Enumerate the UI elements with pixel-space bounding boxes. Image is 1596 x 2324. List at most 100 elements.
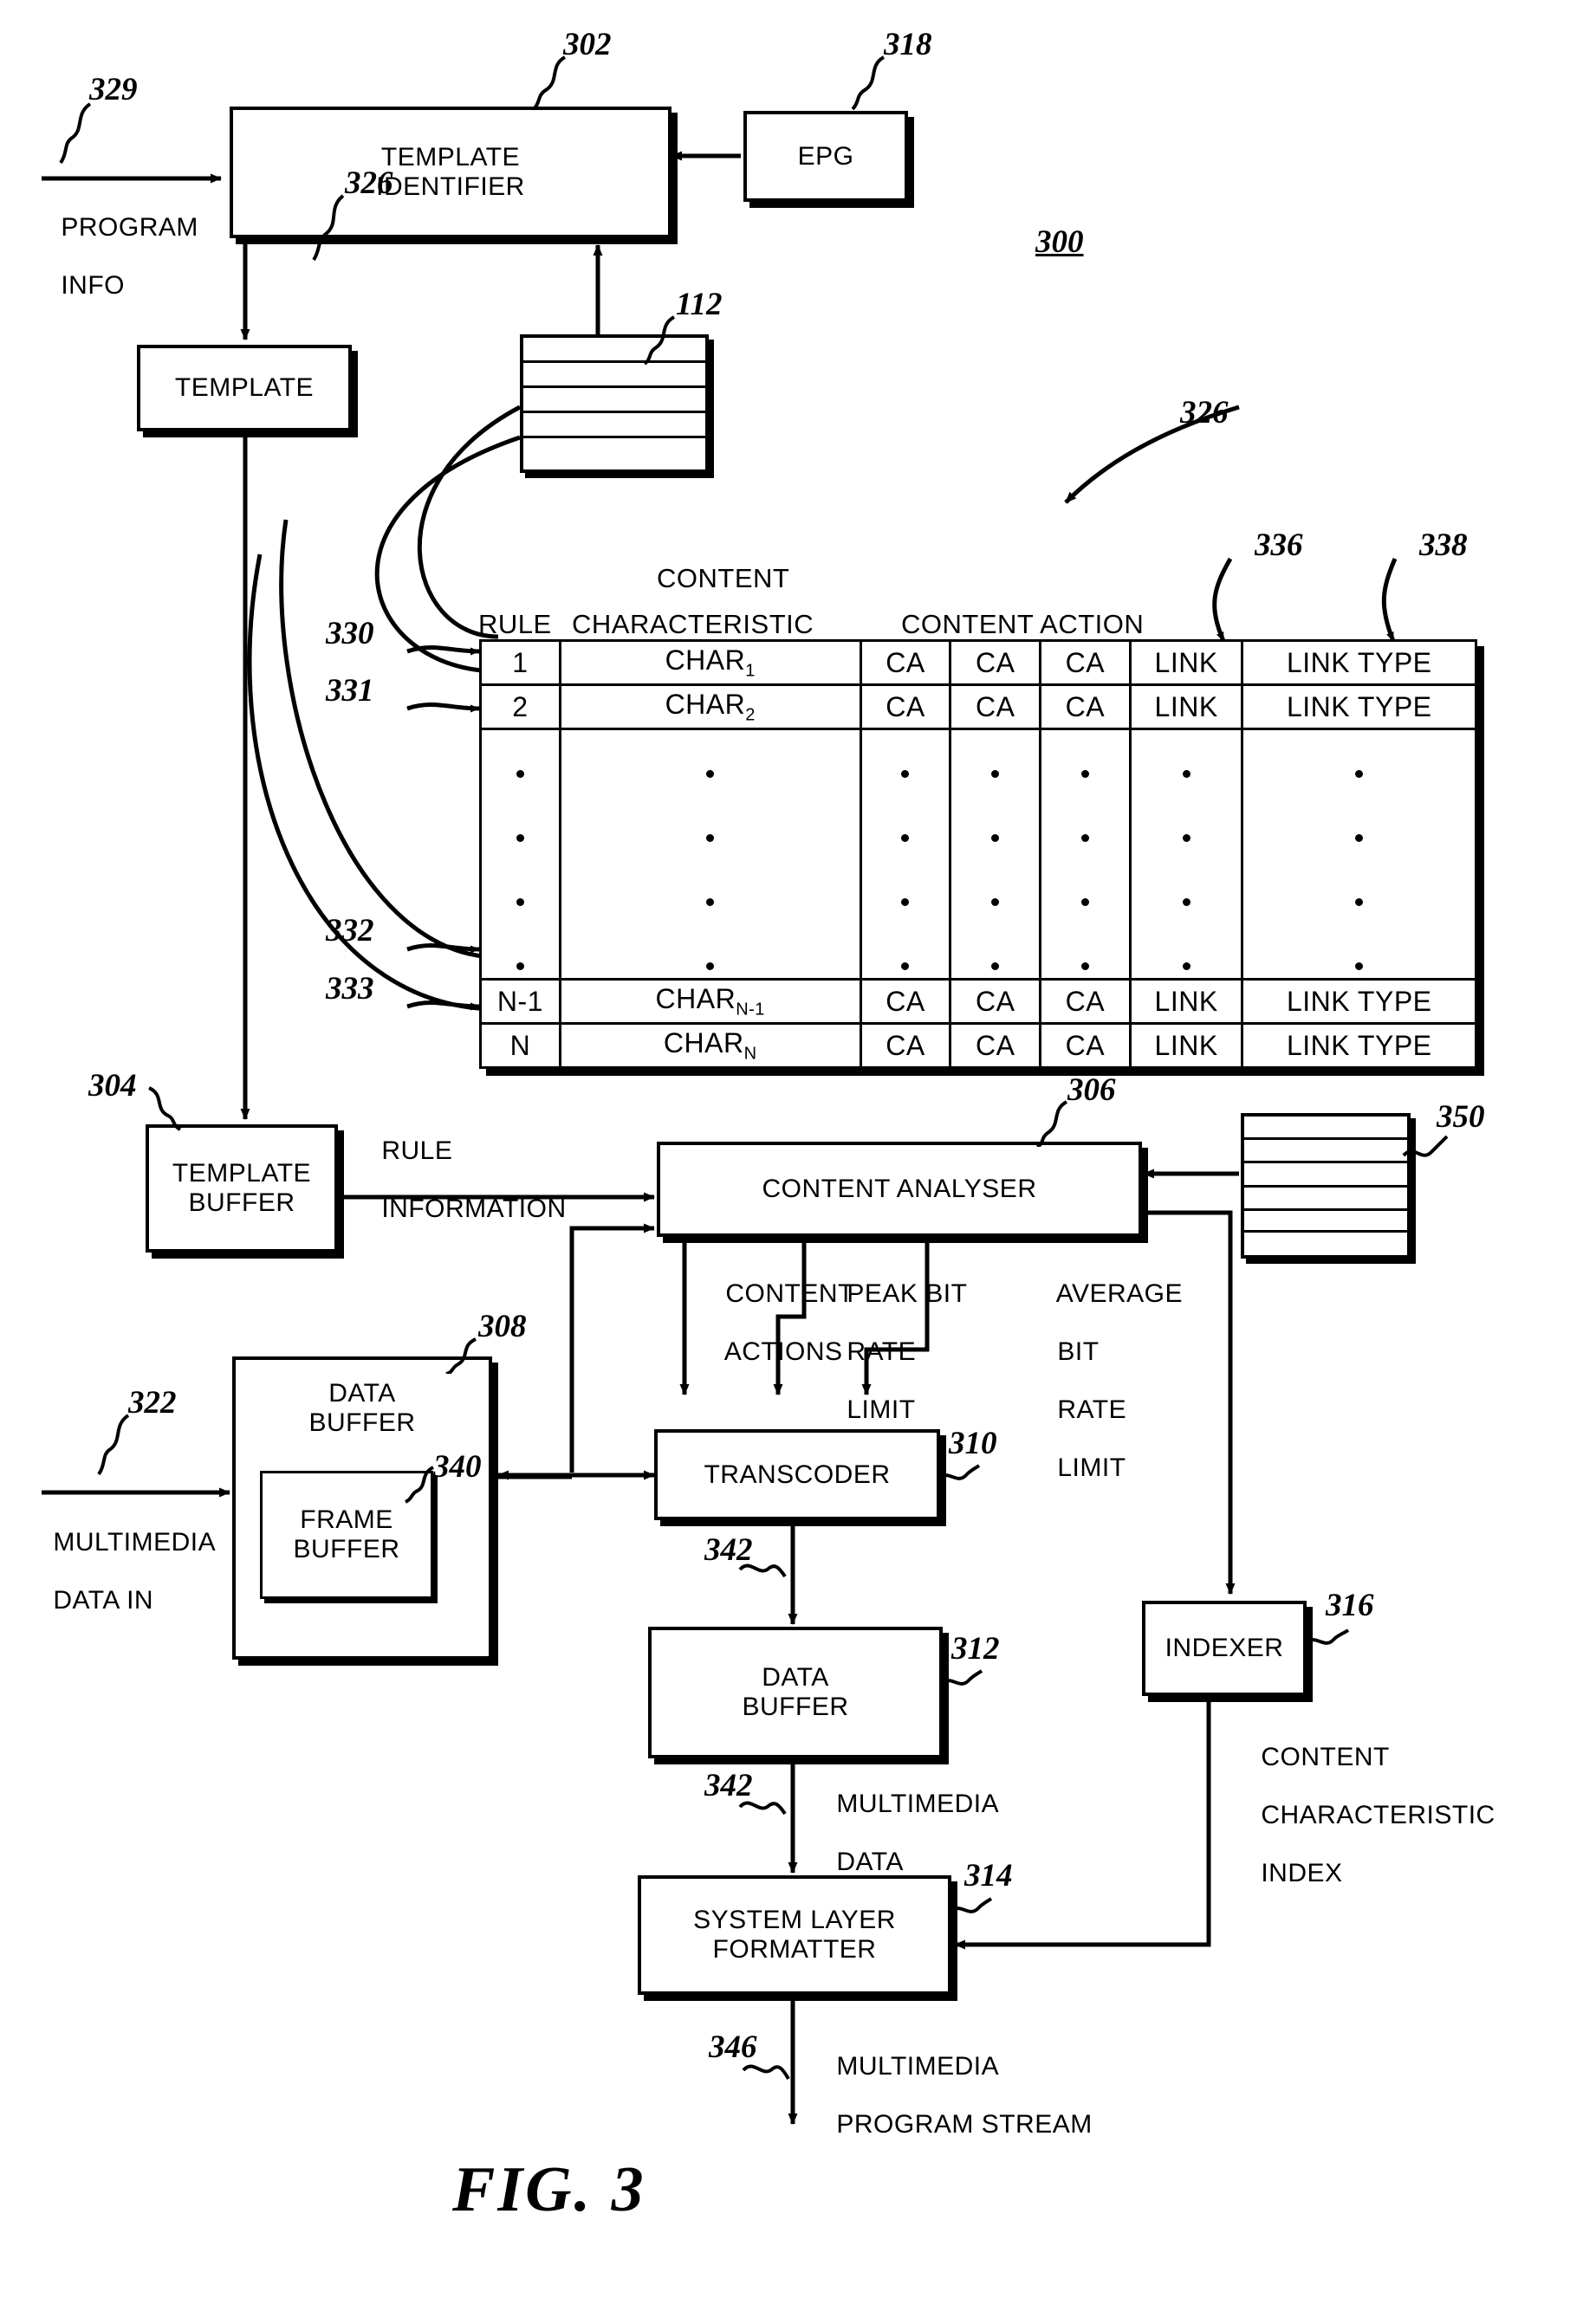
cell-link-type: LINK TYPE xyxy=(1241,639,1477,686)
leader-326-template xyxy=(312,194,345,262)
block-template-identifier-line1: TEMPLATE xyxy=(380,143,521,172)
cell-rule: N-1 xyxy=(479,978,561,1025)
cell-link-type: LINK TYPE xyxy=(1241,683,1477,730)
ellipsis-ca-2 xyxy=(949,728,1042,981)
signal-peak-bit-rate-limit-line2: RATE xyxy=(847,1337,917,1366)
signal-average-bit-rate-limit-line2: BIT xyxy=(1057,1337,1100,1366)
block-system-layer-formatter-line1: SYSTEM LAYER xyxy=(693,1906,896,1935)
rule-table[interactable]: 1 CHAR1 CA CA CA LINK LINK TYPE 2 CHAR2 … xyxy=(479,639,1477,1069)
leader-304 xyxy=(148,1086,182,1131)
signal-average-bit-rate-limit: AVERAGE BIT RATE LIMIT xyxy=(1027,1250,1183,1512)
table-row[interactable]: 2 CHAR2 CA CA CA LINK LINK TYPE xyxy=(479,683,1477,730)
leader-318 xyxy=(851,55,886,111)
cell-content-action-3: CA xyxy=(1039,683,1132,730)
block-frame-buffer-line1: FRAME xyxy=(300,1505,393,1535)
table-ellipsis-row xyxy=(479,728,1477,981)
block-epg[interactable]: EPG xyxy=(743,111,908,202)
leader-314 xyxy=(950,1897,993,1914)
block-transcoder-label: TRANSCODER xyxy=(704,1460,891,1489)
ref-332: 332 xyxy=(326,913,374,948)
block-indexer[interactable]: INDEXER xyxy=(1142,1601,1307,1696)
cell-link-type: LINK TYPE xyxy=(1241,1022,1477,1069)
block-data-buffer-output[interactable]: DATA BUFFER xyxy=(648,1627,943,1758)
cell-characteristic: CHAR2 xyxy=(558,683,862,730)
figure-caption: FIG. 3 xyxy=(452,2154,646,2225)
signal-rule-information-line1: RULE xyxy=(381,1136,453,1165)
cell-link: LINK xyxy=(1128,1022,1244,1069)
block-transcoder[interactable]: TRANSCODER xyxy=(654,1429,940,1520)
ref-333: 333 xyxy=(326,971,374,1007)
block-frame-buffer-line2: BUFFER xyxy=(293,1535,400,1563)
ellipsis-ca-1 xyxy=(859,728,952,981)
signal-program-info-line1: PROGRAM xyxy=(61,212,198,242)
block-indexer-label: INDEXER xyxy=(1165,1634,1284,1663)
cell-content-action-1: CA xyxy=(859,1022,952,1069)
leader-316 xyxy=(1305,1628,1350,1646)
cell-content-action-3: CA xyxy=(1039,639,1132,686)
cell-rule: 2 xyxy=(479,683,561,730)
block-template[interactable]: TEMPLATE xyxy=(137,345,352,431)
block-template-buffer-line1: TEMPLATE xyxy=(172,1159,312,1188)
cell-link: LINK xyxy=(1128,639,1244,686)
block-template-identifier-line2: IDENTIFIER xyxy=(376,172,525,201)
block-system-layer-formatter[interactable]: SYSTEM LAYER FORMATTER xyxy=(638,1875,951,1995)
ref-338: 338 xyxy=(1419,528,1468,563)
leader-350 xyxy=(1402,1135,1449,1157)
ellipsis-rule xyxy=(479,728,561,981)
block-data-buffer-output-line2: BUFFER xyxy=(742,1693,849,1721)
block-content-analyser[interactable]: CONTENT ANALYSER xyxy=(657,1142,1142,1237)
table-row[interactable]: N-1 CHARN-1 CA CA CA LINK LINK TYPE xyxy=(479,978,1477,1025)
cell-content-action-1: CA xyxy=(859,683,952,730)
cell-content-action-2: CA xyxy=(949,1022,1042,1069)
signal-program-info-line2: INFO xyxy=(61,270,126,300)
table-header-content: CONTENT xyxy=(657,563,790,593)
leader-112 xyxy=(643,315,676,366)
block-template-label: TEMPLATE xyxy=(174,373,315,403)
block-data-buffer-output-line1: DATA xyxy=(762,1663,829,1693)
cell-link-type: LINK TYPE xyxy=(1241,978,1477,1025)
ref-314: 314 xyxy=(964,1858,1013,1894)
database-350[interactable] xyxy=(1241,1113,1411,1259)
ref-350: 350 xyxy=(1437,1099,1485,1135)
block-template-buffer[interactable]: TEMPLATE BUFFER xyxy=(146,1124,338,1253)
leader-302 xyxy=(532,55,567,111)
signal-rule-information-line2: INFORMATION xyxy=(381,1194,567,1223)
block-data-buffer-input-line2: BUFFER xyxy=(308,1408,416,1437)
signal-multimedia-program-stream-line1: MULTIMEDIA xyxy=(836,2051,1000,2081)
ref-312: 312 xyxy=(951,1631,1000,1667)
rule-table-body: 1 CHAR1 CA CA CA LINK LINK TYPE 2 CHAR2 … xyxy=(479,639,1477,1069)
signal-multimedia-data-in-line1: MULTIMEDIA xyxy=(53,1527,217,1557)
ellipsis-link-type xyxy=(1241,728,1477,981)
block-template-identifier[interactable]: TEMPLATE IDENTIFIER xyxy=(230,107,671,238)
leader-346 xyxy=(742,2064,790,2080)
signal-rule-information: RULE INFORMATION xyxy=(351,1107,567,1253)
signal-multimedia-data-line2: DATA xyxy=(836,1847,904,1876)
block-template-buffer-line2: BUFFER xyxy=(188,1188,295,1217)
block-content-analyser-label: CONTENT ANALYSER xyxy=(762,1175,1037,1204)
table-row[interactable]: 1 CHAR1 CA CA CA LINK LINK TYPE xyxy=(479,639,1477,686)
signal-content-characteristic-index-line1: CONTENT xyxy=(1261,1742,1390,1771)
cell-rule: N xyxy=(479,1022,561,1069)
signal-average-bit-rate-limit-line1: AVERAGE xyxy=(1055,1279,1184,1308)
cell-link: LINK xyxy=(1128,978,1244,1025)
signal-peak-bit-rate-limit-line1: PEAK BIT xyxy=(847,1279,968,1308)
block-data-buffer-input-line1: DATA xyxy=(328,1379,396,1408)
signal-multimedia-data-line1: MULTIMEDIA xyxy=(836,1789,1000,1818)
table-header-rule: RULE xyxy=(478,609,552,639)
signal-multimedia-data-in-line2: DATA IN xyxy=(53,1585,154,1615)
leader-329 xyxy=(59,102,92,165)
ellipsis-characteristic xyxy=(558,728,862,981)
ref-310: 310 xyxy=(949,1426,997,1461)
cell-content-action-1: CA xyxy=(859,978,952,1025)
ref-304: 304 xyxy=(88,1068,137,1104)
ellipsis-ca-3 xyxy=(1039,728,1132,981)
leader-342-b xyxy=(738,1801,787,1816)
figure-canvas: TEMPLATE IDENTIFIER 302 EPG 318 PROGRAM … xyxy=(0,0,1596,2324)
leader-312 xyxy=(940,1669,983,1686)
ref-330: 330 xyxy=(326,616,374,651)
table-header-content-action: CONTENT ACTION xyxy=(901,609,1145,639)
table-row[interactable]: N CHARN CA CA CA LINK LINK TYPE xyxy=(479,1022,1477,1069)
leader-322 xyxy=(97,1414,130,1476)
signal-average-bit-rate-limit-line3: RATE xyxy=(1057,1395,1127,1424)
ref-326-table: 326 xyxy=(1180,395,1229,430)
